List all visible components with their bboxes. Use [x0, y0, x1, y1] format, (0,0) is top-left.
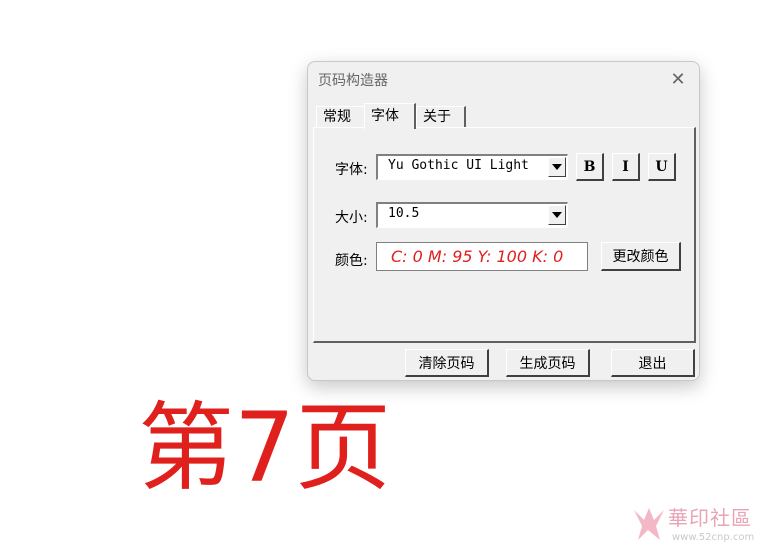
tab-general[interactable]: 常规 — [316, 106, 366, 128]
tab-font-label: 字体 — [371, 108, 399, 124]
bold-button[interactable]: B — [576, 153, 604, 181]
chevron-down-icon[interactable] — [548, 205, 566, 225]
tab-about-label: 关于 — [423, 109, 451, 125]
page-number-builder-dialog: 页码构造器 ✕ 常规 字体 关于 字体: Yu Gothic UI Light … — [307, 61, 700, 381]
page-number-preview: 第7页 — [138, 392, 392, 504]
font-select[interactable]: Yu Gothic UI Light — [376, 154, 568, 180]
size-label: 大小: — [335, 210, 368, 226]
logo-icon — [634, 508, 664, 540]
watermark: 華印社區 www.52cnp.com — [632, 502, 762, 546]
color-value-display: C: 0 M: 95 Y: 100 K: 0 — [376, 242, 588, 271]
change-color-button[interactable]: 更改颜色 — [601, 242, 681, 271]
watermark-text: 華印社區 — [668, 506, 752, 530]
tab-general-label: 常规 — [323, 109, 351, 125]
watermark-url: www.52cnp.com — [672, 532, 755, 543]
font-select-value: Yu Gothic UI Light — [388, 158, 529, 173]
underline-button[interactable]: U — [648, 153, 676, 181]
tab-about[interactable]: 关于 — [416, 106, 466, 128]
size-select-value: 10.5 — [388, 206, 420, 221]
dialog-title: 页码构造器 — [318, 73, 388, 89]
title-bar[interactable]: 页码构造器 ✕ — [308, 62, 699, 98]
chevron-down-icon[interactable] — [548, 157, 566, 177]
italic-button[interactable]: I — [612, 153, 640, 181]
close-icon[interactable]: ✕ — [667, 68, 689, 90]
color-label: 颜色: — [335, 253, 368, 269]
generate-page-number-button[interactable]: 生成页码 — [506, 349, 590, 377]
exit-button[interactable]: 退出 — [611, 349, 695, 377]
size-select[interactable]: 10.5 — [376, 202, 568, 228]
font-label: 字体: — [335, 162, 368, 178]
tab-font[interactable]: 字体 — [364, 103, 416, 129]
font-tab-panel: 字体: Yu Gothic UI Light B I U 大小: 10.5 颜色… — [313, 127, 696, 343]
clear-page-number-button[interactable]: 清除页码 — [405, 349, 489, 377]
